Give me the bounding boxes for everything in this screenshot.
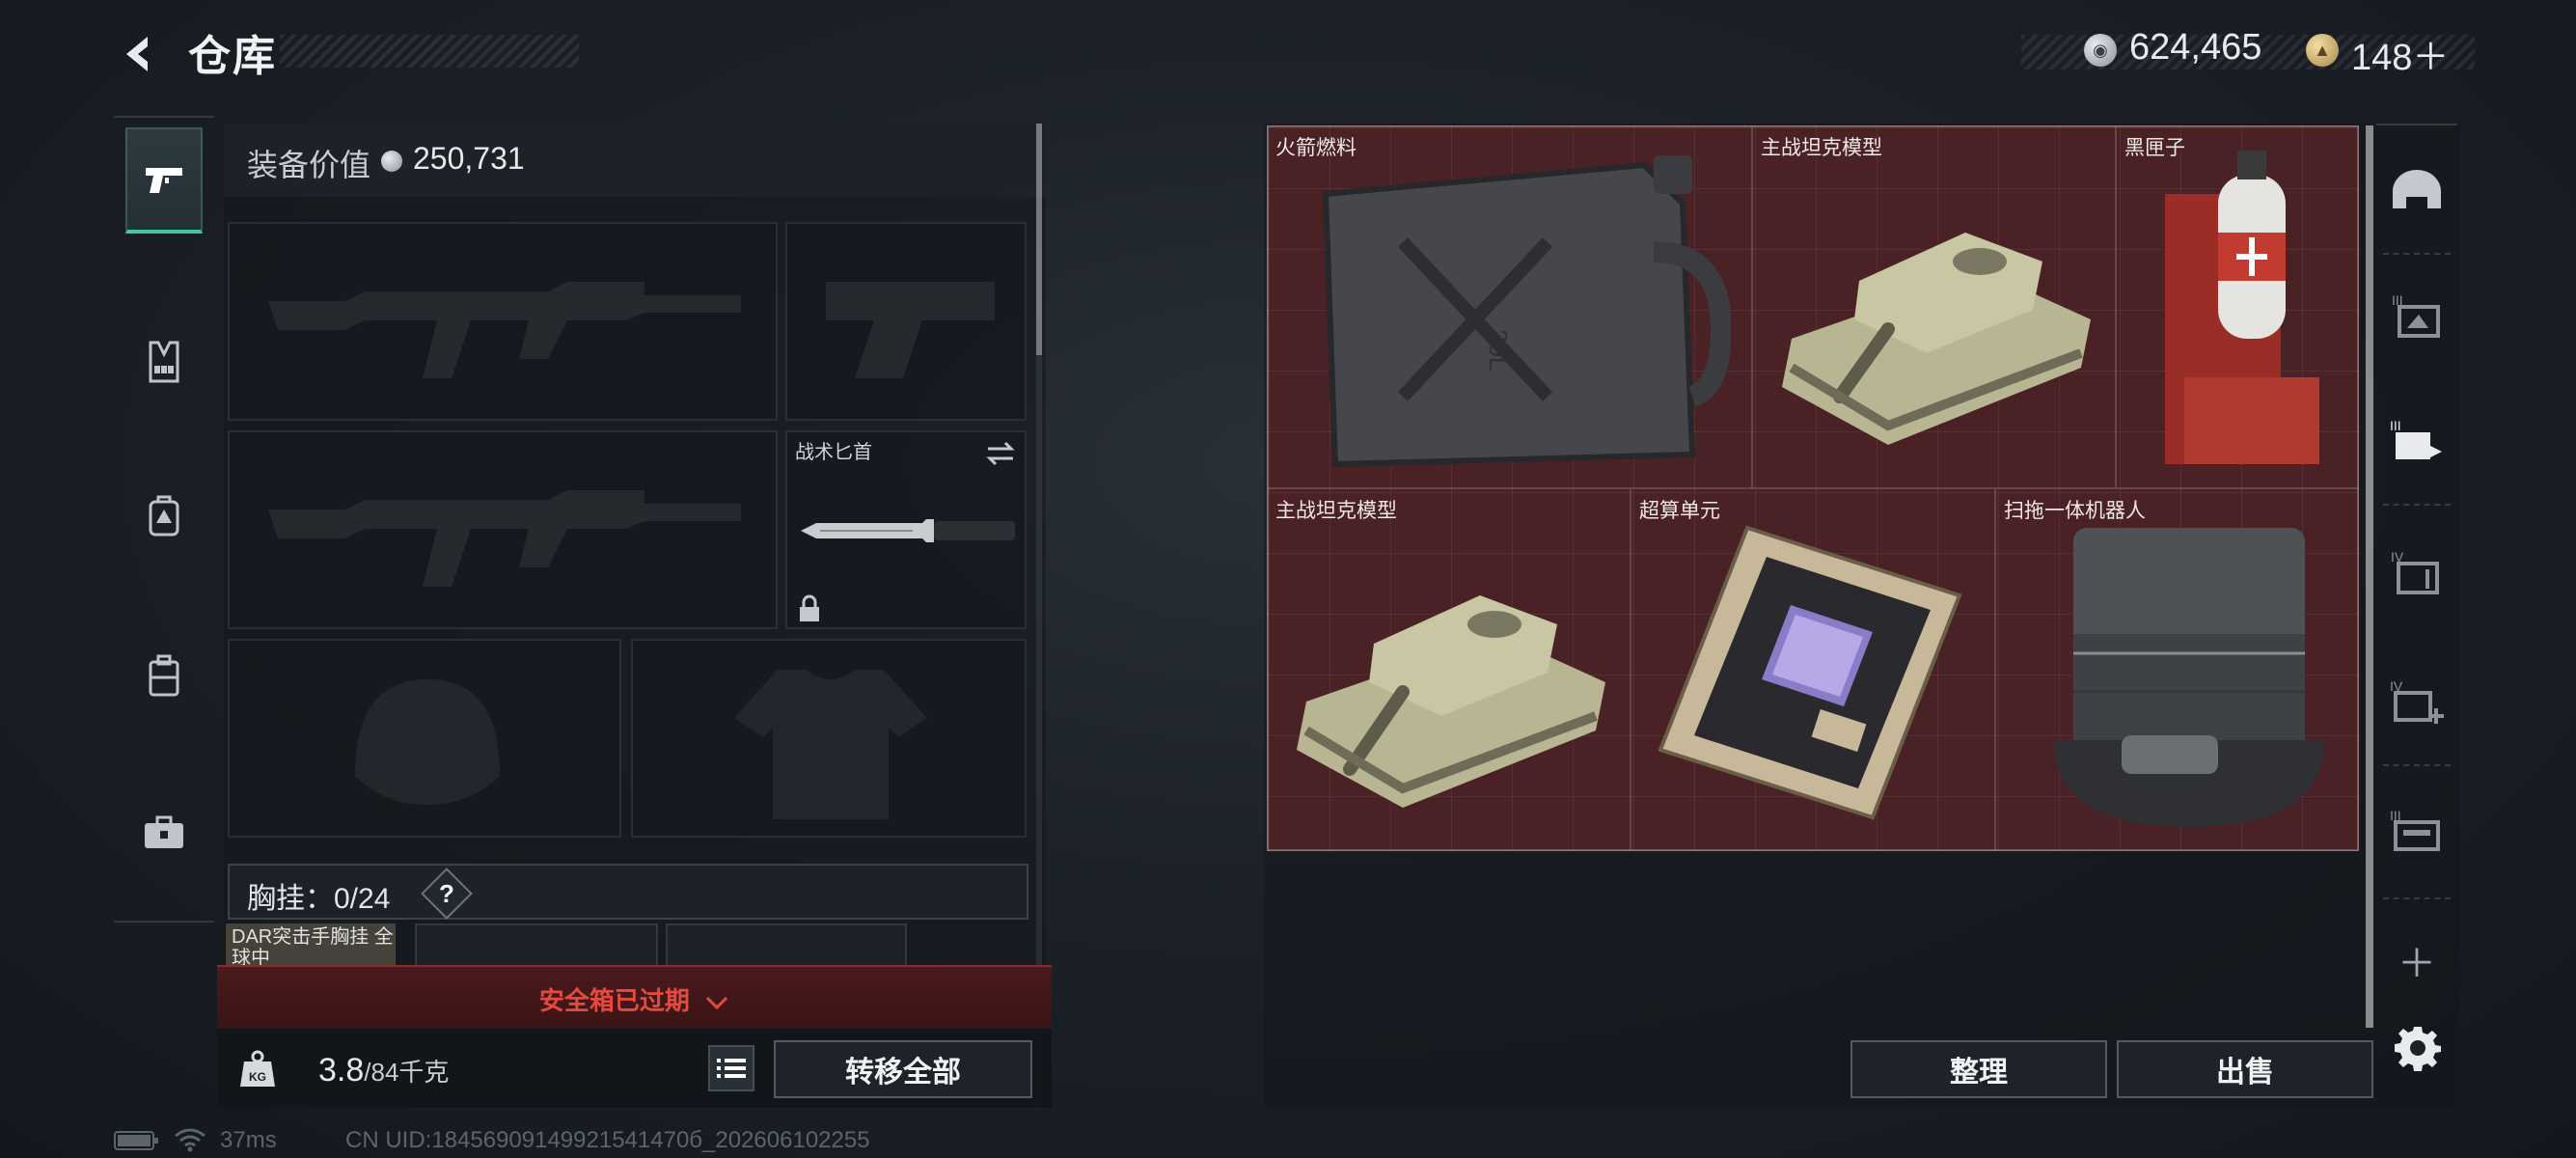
vest-icon (149, 341, 179, 383)
category-divider (2383, 764, 2451, 766)
lock-icon (800, 594, 819, 621)
helmet-icon[interactable] (2383, 156, 2451, 224)
max-weight: /84千克 (364, 1058, 450, 1087)
tier3-extra-icon[interactable]: III (2383, 797, 2451, 865)
list-view-button[interactable] (708, 1045, 754, 1091)
tier3-storage-icon[interactable]: III (2383, 282, 2451, 349)
equipment-value: 250,731 (413, 141, 525, 176)
settings-button[interactable] (2388, 1018, 2448, 1078)
helmet-silhouette-icon (355, 679, 500, 805)
pistol-silhouette-icon (826, 282, 995, 378)
chest-rig-item-name: DAR突击手胸挂 全球中 (232, 926, 394, 965)
storage-item-black-box[interactable]: 黑匣子 (2116, 125, 2359, 488)
gold-ticket-icon: ▲ (2306, 34, 2339, 67)
chest-rig-count: 0/24 (334, 883, 391, 915)
helmet-slot[interactable] (228, 639, 621, 838)
nav-toolbox[interactable] (125, 780, 203, 886)
battery-icon (114, 1131, 158, 1150)
back-arrow-icon (126, 37, 148, 71)
robot-vacuum-icon (2054, 528, 2324, 827)
ping-readout: 37ms (220, 1127, 277, 1153)
gear-icon (2395, 1027, 2441, 1071)
sort-button[interactable]: 整理 (1850, 1040, 2107, 1098)
safe-box-status: 安全箱已过期 (217, 981, 1052, 1017)
safe-box-expired-bar[interactable]: 安全箱已过期 (217, 965, 1052, 1029)
equipment-scroll-thumb[interactable] (1036, 124, 1042, 355)
storage-item-tank-model[interactable]: 主战坦克模型 (1752, 125, 2116, 488)
list-icon (717, 1059, 746, 1078)
rig-help-button[interactable]: ? (428, 875, 465, 912)
tank-icon (1297, 595, 1605, 808)
knife-label: 战术匕首 (795, 442, 872, 463)
nav-case[interactable] (125, 622, 203, 729)
storage-item-rocket-fuel[interactable]: 火箭燃料 20L (1267, 125, 1752, 488)
swap-icon[interactable] (984, 440, 1017, 467)
melee-slot[interactable]: 战术匕首 (785, 430, 1027, 629)
pistol-icon (146, 168, 182, 193)
transfer-all-button[interactable]: 转移全部 (774, 1040, 1032, 1098)
value-coin-icon (381, 151, 402, 172)
tier3-transfer-icon[interactable]: III (2383, 407, 2451, 475)
item-label: 主战坦克模型 (1761, 137, 1882, 159)
backpack-icon (149, 495, 179, 537)
black-box-icon (2165, 151, 2319, 464)
weight-icon: KG (240, 1050, 275, 1087)
current-weight: 3.8 (318, 1052, 365, 1089)
primary-weapon-slot[interactable] (228, 222, 778, 421)
item-label: 主战坦克模型 (1275, 500, 1397, 522)
svg-text:20L: 20L (1484, 329, 1513, 371)
storage-item-robot-vacuum[interactable]: 扫拖一体机器人 (1995, 488, 2359, 851)
ticket-amount[interactable]: 148＋ (2351, 27, 2449, 80)
sell-button[interactable]: 出售 (2117, 1040, 2373, 1098)
category-divider (2383, 253, 2451, 255)
silver-coin-icon: ◉ (2084, 34, 2117, 67)
armor-silhouette-icon (734, 670, 927, 819)
tier4-storage-icon[interactable]: IV (2383, 538, 2451, 606)
tier4-add-icon[interactable]: IV (2383, 668, 2451, 735)
money-amount: 624,465 (2129, 27, 2262, 68)
svg-text:III: III (2390, 418, 2401, 433)
back-button[interactable] (111, 27, 165, 81)
page-title: 仓库 (188, 33, 277, 80)
wifi-icon (175, 1128, 206, 1152)
storage-item-supercomputer-unit[interactable]: 超算单元 (1631, 488, 1995, 851)
equipment-value-label: 装备价值 (247, 148, 371, 182)
armor-slot[interactable] (631, 639, 1027, 838)
rig-slot[interactable] (415, 924, 658, 968)
jerrycan-icon: 20L (1322, 155, 1731, 468)
nav-weapons[interactable] (125, 127, 203, 234)
rifle-silhouette-icon (268, 490, 741, 587)
case-icon (149, 654, 179, 697)
tank-icon (1782, 233, 2091, 445)
svg-text:KG: KG (249, 1070, 266, 1084)
toolbox-icon (145, 815, 183, 848)
nav-backpack[interactable] (125, 463, 203, 569)
chest-rig-label: 胸挂：0/24 (247, 883, 391, 915)
storage-scrollbar[interactable] (2366, 125, 2373, 1028)
storage-item-tank-model[interactable]: 主战坦克模型 (1267, 488, 1631, 851)
circuit-board-icon (1658, 525, 1962, 820)
rig-slot[interactable] (666, 924, 907, 968)
uid-readout: CN UID:18456909149921541470б_20260610225… (345, 1127, 870, 1153)
nav-rig[interactable] (125, 309, 203, 415)
secondary-weapon-slot[interactable] (228, 430, 778, 629)
rifle-silhouette-icon (268, 282, 741, 378)
tactical-knife-icon (801, 519, 1015, 542)
category-divider (2383, 504, 2451, 506)
chevron-down-icon (706, 997, 728, 1010)
sidearm-slot[interactable] (785, 222, 1027, 421)
add-category-button[interactable]: ＋ (2383, 926, 2451, 994)
title-decoration (280, 35, 579, 68)
category-divider (2383, 897, 2451, 899)
weight-readout: 3.8/84千克 (318, 1052, 449, 1089)
